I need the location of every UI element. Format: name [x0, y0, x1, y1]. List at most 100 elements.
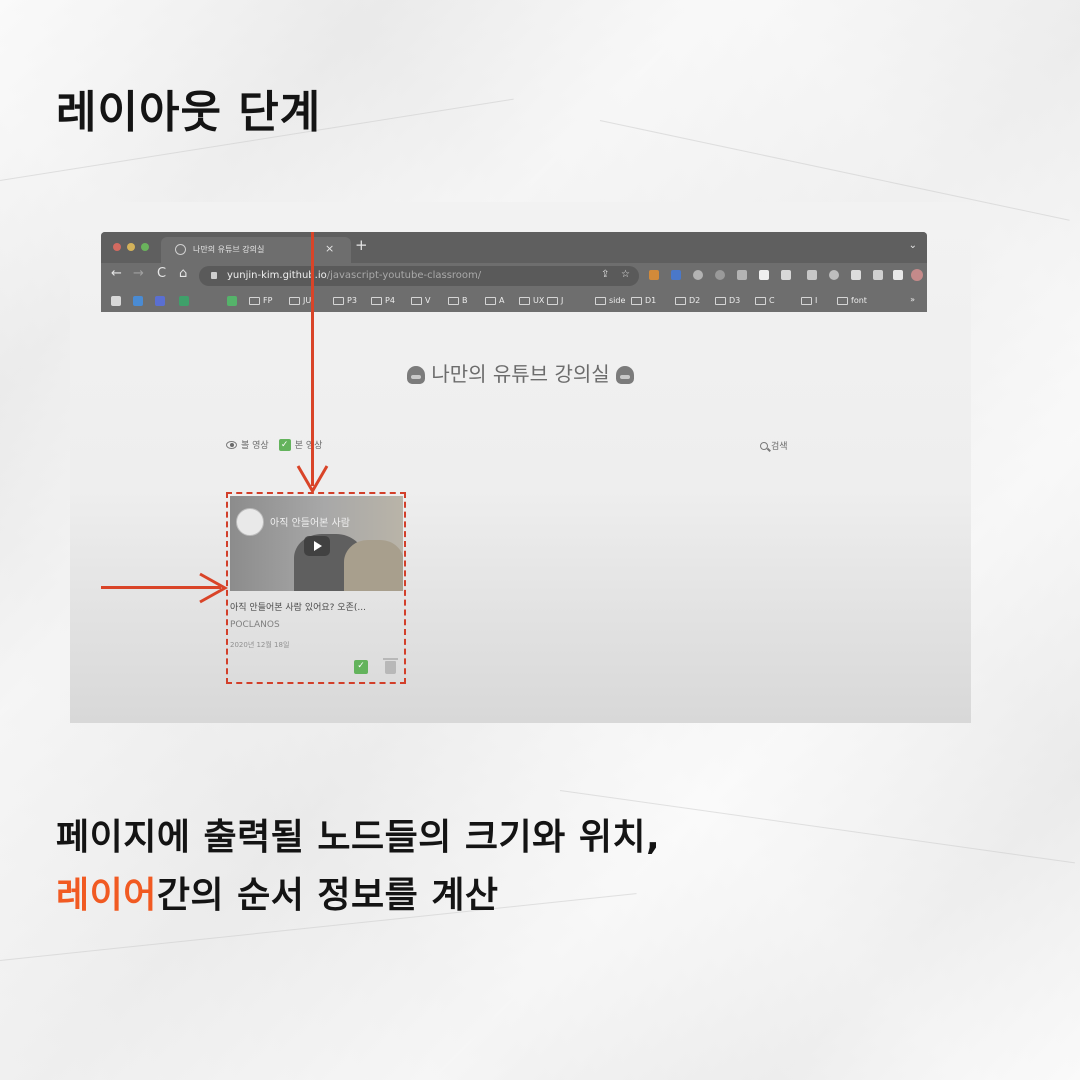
- bookmark-label: A: [499, 296, 505, 305]
- bookmark-folder[interactable]: FP: [249, 294, 272, 307]
- bookmark-folder[interactable]: D1: [631, 294, 656, 307]
- bookmark-label: I: [815, 296, 818, 305]
- app-icon[interactable]: [133, 295, 143, 306]
- folder-icon: [411, 296, 422, 305]
- extension-icon[interactable]: [693, 270, 703, 280]
- folder-icon: [249, 296, 260, 305]
- arrow-right-icon: [199, 572, 228, 604]
- bookmark-folder[interactable]: P3: [333, 294, 357, 307]
- bookmark-folder[interactable]: A: [485, 294, 504, 307]
- browser-window-chrome: 나만의 유튜브 강의실 × + ⌄ ← → C ⌂ yunjin-kim.git…: [101, 232, 927, 312]
- bookmark-star-icon[interactable]: ☆: [621, 269, 630, 280]
- bookmark-folder[interactable]: font: [837, 294, 867, 307]
- bookmark-label: P4: [385, 296, 395, 305]
- folder-icon: [547, 296, 558, 305]
- eye-icon: [226, 440, 237, 449]
- bookmark-label: B: [462, 296, 468, 305]
- tab-label: 본 영상: [294, 441, 323, 451]
- home-button[interactable]: ⌂: [179, 267, 187, 280]
- reload-button[interactable]: C: [157, 267, 166, 280]
- folder-icon: [675, 296, 686, 305]
- side-panel-icon[interactable]: [893, 270, 903, 280]
- reading-list-icon[interactable]: [873, 270, 883, 280]
- tab-classroom[interactable]: 나만의 유튜브 강의실 ×: [161, 237, 351, 263]
- extension-icon[interactable]: [759, 270, 769, 280]
- bookmark-label: D3: [729, 296, 741, 305]
- bookmark-folder[interactable]: V: [411, 294, 430, 307]
- extension-icon[interactable]: [829, 270, 839, 280]
- folder-icon: [485, 296, 496, 305]
- mark-watched-button[interactable]: ✓: [354, 660, 368, 674]
- new-tab-button[interactable]: +: [355, 238, 368, 253]
- bookmark-folder[interactable]: side: [595, 294, 625, 307]
- globe-icon: [175, 244, 186, 255]
- bookmark-label: C: [769, 296, 775, 305]
- forward-button[interactable]: →: [133, 267, 144, 280]
- url-text: yunjin-kim.github.io/javascript-youtube-…: [227, 270, 482, 281]
- tab-search-chevron-icon[interactable]: ⌄: [909, 240, 917, 251]
- app-icon[interactable]: [155, 295, 165, 306]
- search-button[interactable]: 검색: [760, 439, 788, 452]
- bookmark-folder[interactable]: D3: [715, 294, 740, 307]
- bookmarks-overflow-button[interactable]: »: [910, 295, 915, 304]
- tab-close-button[interactable]: ×: [325, 242, 334, 255]
- tab-label: 볼 영상: [241, 441, 269, 451]
- extension-icon[interactable]: [649, 270, 659, 280]
- app-icon[interactable]: [179, 295, 189, 306]
- lock-icon: [211, 272, 217, 279]
- address-bar[interactable]: yunjin-kim.github.io/javascript-youtube-…: [199, 266, 639, 286]
- bookmark-label: D1: [645, 296, 657, 305]
- browser-screenshot: 나만의 유튜브 강의실 × + ⌄ ← → C ⌂ yunjin-kim.git…: [70, 202, 971, 723]
- bookmark-label: side: [609, 296, 626, 305]
- video-date: 2020년 12월 18일: [230, 641, 290, 649]
- app-icon[interactable]: [227, 295, 237, 306]
- video-tabs: 볼 영상 ✓ 본 영상: [226, 438, 322, 451]
- bookmark-label: J: [561, 296, 564, 305]
- folder-icon: [755, 296, 766, 305]
- bookmark-folder[interactable]: JU: [289, 294, 311, 307]
- bookmark-folder[interactable]: I: [801, 294, 817, 307]
- student-emoji-icon: [407, 366, 426, 384]
- tab-title: 나만의 유튜브 강의실: [193, 245, 265, 254]
- bookmark-folder[interactable]: UX: [519, 294, 544, 307]
- bookmark-folder[interactable]: P4: [371, 294, 395, 307]
- extension-icon[interactable]: [781, 270, 791, 280]
- bookmark-label: UX: [533, 296, 545, 305]
- search-icon: [760, 441, 768, 450]
- extension-icon[interactable]: [715, 270, 725, 280]
- caption-line-2: 레이어간의 순서 정보를 계산: [56, 866, 499, 918]
- bookmark-folder[interactable]: B: [448, 294, 468, 307]
- channel-avatar: [236, 508, 264, 536]
- navigation-bar: ← → C ⌂ yunjin-kim.github.io/javascript-…: [101, 263, 927, 289]
- tab-watched[interactable]: ✓ 본 영상: [278, 438, 323, 451]
- video-thumbnail[interactable]: 아직 안들어본 사람: [230, 496, 403, 591]
- bookmark-folder[interactable]: D2: [675, 294, 700, 307]
- extension-icon[interactable]: [737, 270, 747, 280]
- delete-trash-icon[interactable]: [383, 658, 398, 674]
- maximize-window-button[interactable]: [141, 243, 149, 251]
- video-channel: POCLANOS: [230, 620, 280, 630]
- close-window-button[interactable]: [113, 243, 121, 251]
- minimize-window-button[interactable]: [127, 243, 135, 251]
- profile-avatar[interactable]: [911, 269, 923, 281]
- folder-icon: [371, 296, 382, 305]
- bookmark-folder[interactable]: J: [547, 294, 563, 307]
- bookmark-folder[interactable]: C: [755, 294, 775, 307]
- folder-icon: [801, 296, 812, 305]
- share-icon[interactable]: ⇪: [601, 269, 609, 280]
- puzzle-icon[interactable]: [851, 270, 861, 280]
- app-icon[interactable]: [111, 295, 121, 306]
- bookmark-label: font: [851, 296, 867, 305]
- play-button-icon[interactable]: [304, 536, 330, 556]
- bookmarks-bar: FP JU P3 P4 V B A UX Jside D1 D2 D3 C Ifont »: [101, 289, 927, 312]
- bookmark-label: D2: [689, 296, 701, 305]
- folder-icon: [333, 296, 344, 305]
- check-icon: ✓: [278, 438, 291, 451]
- extension-icon[interactable]: [807, 270, 817, 280]
- back-button[interactable]: ←: [111, 267, 122, 280]
- tab-bar: 나만의 유튜브 강의실 × + ⌄: [101, 232, 927, 263]
- extension-icon[interactable]: [671, 270, 681, 280]
- folder-icon: [837, 296, 848, 305]
- tab-watch-later[interactable]: 볼 영상: [226, 438, 269, 451]
- thumbnail-title: 아직 안들어본 사람: [270, 518, 350, 529]
